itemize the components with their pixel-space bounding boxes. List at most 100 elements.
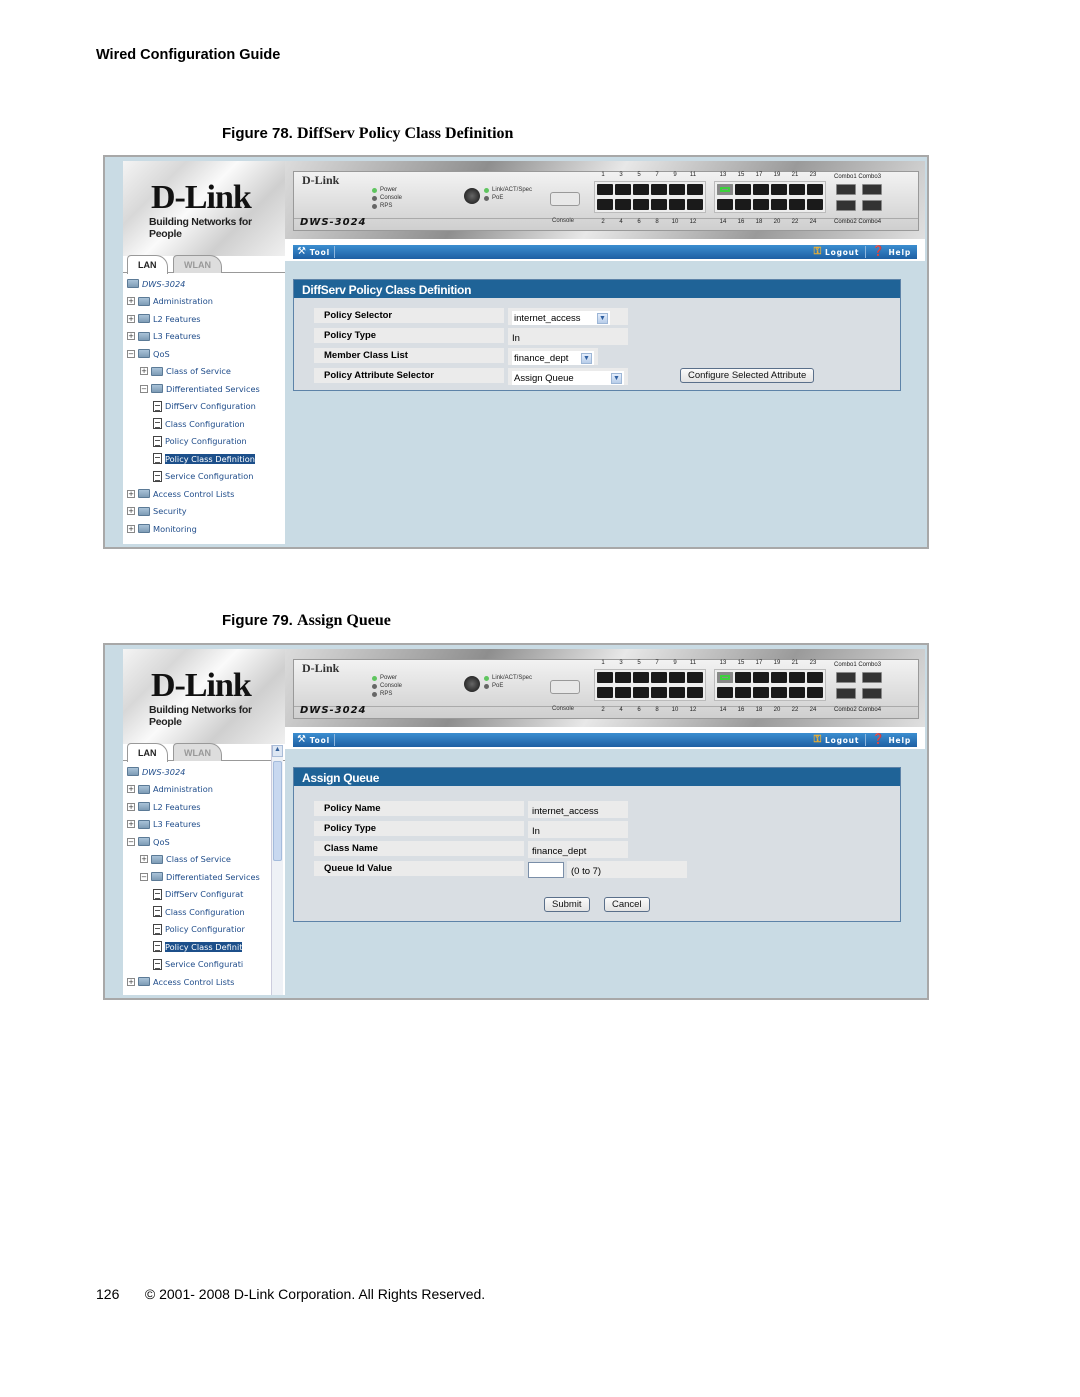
tree-item[interactable]: + L3 Features <box>127 330 201 343</box>
port-3[interactable] <box>615 672 631 683</box>
port-11[interactable] <box>687 672 703 683</box>
tree-item[interactable]: + Administration <box>127 783 213 796</box>
tree-item[interactable]: + Administration <box>127 295 213 308</box>
port-10[interactable] <box>669 199 685 210</box>
tree-item[interactable]: + Class of Service <box>140 853 231 866</box>
expand-plus-icon[interactable]: + <box>140 367 148 375</box>
scroll-up-arrow[interactable]: ▲ <box>272 745 283 757</box>
tree-item[interactable]: + Monitoring <box>127 522 197 535</box>
help-button[interactable]: ❓ Help <box>872 247 911 257</box>
collapse-minus-icon[interactable]: − <box>140 872 148 881</box>
queue-id-input[interactable] <box>528 861 564 878</box>
tab-wlan[interactable]: WLAN <box>173 743 222 761</box>
configure-selected-attribute-button[interactable]: Configure Selected Attribute <box>680 368 815 383</box>
port-1[interactable] <box>597 672 613 683</box>
port-2[interactable] <box>597 199 613 210</box>
tree-item[interactable]: − QoS <box>127 347 170 360</box>
port-7[interactable] <box>651 672 667 683</box>
port-16[interactable] <box>735 687 751 698</box>
port-15[interactable] <box>735 184 751 195</box>
port-18[interactable] <box>753 199 769 210</box>
port-17[interactable] <box>753 184 769 195</box>
port-6[interactable] <box>633 199 649 210</box>
policy-attribute-selector-select[interactable]: Assign Queue ▼ <box>512 371 624 385</box>
tree-item[interactable]: DiffServ Configuration <box>153 400 256 413</box>
tree-item[interactable]: − QoS <box>127 835 170 848</box>
tree-item[interactable]: − Differentiated Services <box>140 382 260 395</box>
collapse-minus-icon[interactable]: − <box>140 384 148 393</box>
tree-item[interactable]: Class Configuration <box>153 905 245 918</box>
port-23[interactable] <box>807 672 823 683</box>
port-11[interactable] <box>687 184 703 195</box>
port-13[interactable] <box>717 672 733 683</box>
combo-port[interactable] <box>836 200 856 211</box>
policy-selector-select[interactable]: internet_access ▼ <box>512 311 610 325</box>
combo-port[interactable] <box>862 200 882 211</box>
submit-button[interactable]: Submit <box>544 897 590 912</box>
tree-scrollbar[interactable]: ▲ <box>271 745 283 995</box>
tree-item[interactable]: Policy Configuratior <box>153 923 245 936</box>
logout-button[interactable]: ⚿ Logout <box>814 735 860 745</box>
tree-item[interactable]: + L2 Features <box>127 312 201 325</box>
port-9[interactable] <box>669 672 685 683</box>
port-18[interactable] <box>753 687 769 698</box>
expand-plus-icon[interactable]: + <box>127 802 135 811</box>
port-17[interactable] <box>753 672 769 683</box>
scrollbar-thumb[interactable] <box>273 761 282 861</box>
tab-lan[interactable]: LAN <box>127 743 168 762</box>
tool-menu-button[interactable]: ⚒ Tool <box>297 735 330 745</box>
port-16[interactable] <box>735 199 751 210</box>
expand-plus-icon[interactable]: + <box>127 489 135 498</box>
port-14[interactable] <box>717 199 733 210</box>
port-8[interactable] <box>651 199 667 210</box>
port-12[interactable] <box>687 199 703 210</box>
expand-plus-icon[interactable]: + <box>127 820 135 828</box>
expand-plus-icon[interactable]: + <box>127 332 135 340</box>
logout-button[interactable]: ⚿ Logout <box>814 247 860 257</box>
tree-item[interactable]: + L2 Features <box>127 800 201 813</box>
tree-item[interactable]: + Access Control Lists <box>127 487 234 500</box>
port-7[interactable] <box>651 184 667 195</box>
expand-plus-icon[interactable]: + <box>127 785 135 793</box>
combo-port[interactable] <box>836 672 856 683</box>
combo-port[interactable] <box>862 672 882 683</box>
port-6[interactable] <box>633 687 649 698</box>
port-5[interactable] <box>633 672 649 683</box>
tree-item[interactable]: − Differentiated Services <box>140 870 260 883</box>
port-24[interactable] <box>807 687 823 698</box>
tree-item[interactable]: Class Configuration <box>153 417 245 430</box>
help-button[interactable]: ❓ Help <box>872 735 911 745</box>
port-3[interactable] <box>615 184 631 195</box>
tree-item[interactable]: + L3 Features <box>127 818 201 831</box>
expand-plus-icon[interactable]: + <box>127 314 135 323</box>
expand-plus-icon[interactable]: + <box>127 507 135 515</box>
tree-item[interactable]: + Class of Service <box>140 365 231 378</box>
port-15[interactable] <box>735 672 751 683</box>
expand-plus-icon[interactable]: + <box>127 297 135 305</box>
combo-port[interactable] <box>862 688 882 699</box>
port-22[interactable] <box>789 687 805 698</box>
tree-item[interactable]: Policy Class Definition <box>153 452 255 465</box>
tree-item[interactable]: Policy Configuration <box>153 435 247 448</box>
port-24[interactable] <box>807 199 823 210</box>
port-22[interactable] <box>789 199 805 210</box>
port-19[interactable] <box>771 184 787 195</box>
tree-item[interactable]: + Access Control Lists <box>127 975 234 988</box>
port-1[interactable] <box>597 184 613 195</box>
tree-item[interactable]: Service Configuration <box>153 470 253 483</box>
combo-port[interactable] <box>836 184 856 195</box>
port-2[interactable] <box>597 687 613 698</box>
tree-item[interactable]: DWS-3024 <box>127 277 185 290</box>
tab-lan[interactable]: LAN <box>127 255 168 274</box>
port-21[interactable] <box>789 184 805 195</box>
port-8[interactable] <box>651 687 667 698</box>
combo-port[interactable] <box>836 688 856 699</box>
port-12[interactable] <box>687 687 703 698</box>
expand-plus-icon[interactable]: + <box>140 855 148 863</box>
tree-item[interactable]: DiffServ Configurat <box>153 888 243 901</box>
port-4[interactable] <box>615 199 631 210</box>
member-class-list-select[interactable]: finance_dept ▼ <box>512 351 594 365</box>
port-19[interactable] <box>771 672 787 683</box>
tree-item[interactable]: + Security <box>127 505 187 518</box>
collapse-minus-icon[interactable]: − <box>127 837 135 846</box>
